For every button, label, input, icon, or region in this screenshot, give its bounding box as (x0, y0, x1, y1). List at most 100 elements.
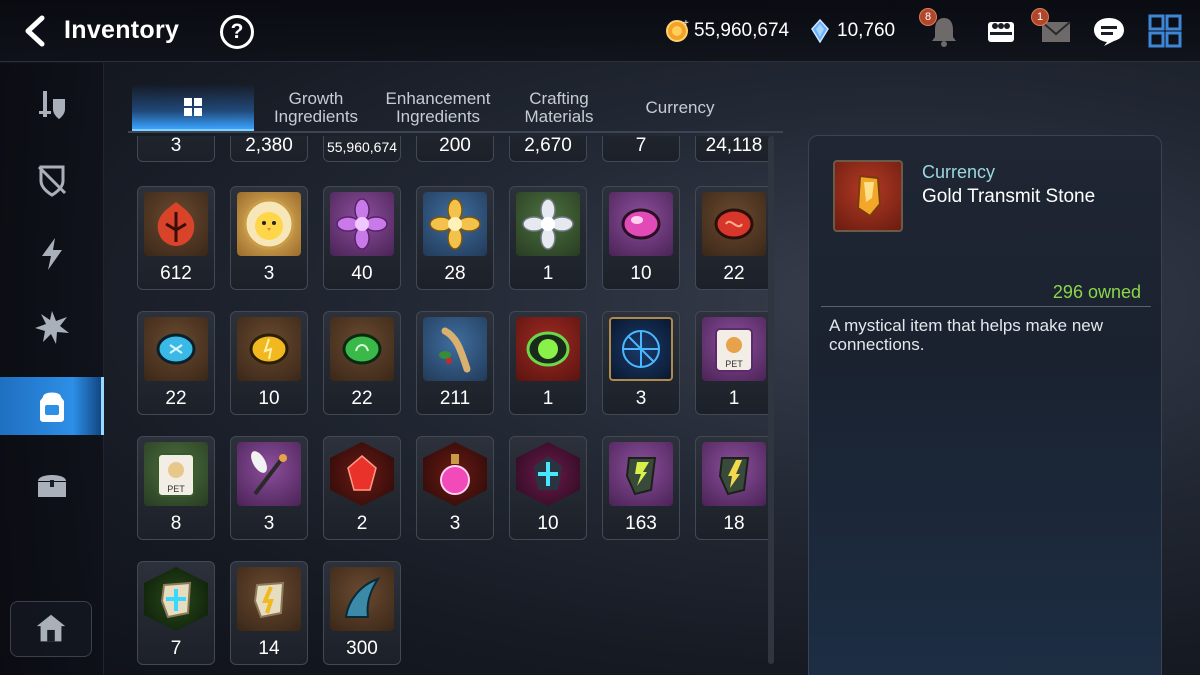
mail-badge: 1 (1031, 8, 1049, 26)
item-slot[interactable]: PET 8 (137, 436, 215, 540)
item-slot[interactable]: 10 (230, 311, 308, 415)
back-button[interactable] (18, 14, 52, 48)
skystone-icon (811, 19, 829, 43)
item-slot[interactable]: 2,380 (230, 136, 308, 162)
notification-badge: 8 (919, 8, 937, 26)
friends-button[interactable] (982, 12, 1020, 50)
grid-menu-icon (1148, 14, 1182, 48)
sidebar-item-chests[interactable] (0, 455, 104, 513)
item-slot[interactable]: 28 (416, 186, 494, 290)
gold-currency[interactable]: + 55,960,674 (665, 17, 789, 45)
item-count: 200 (439, 136, 471, 156)
item-count: 10 (630, 263, 652, 284)
detail-category: Currency (922, 162, 996, 182)
item-slot[interactable]: 211 (416, 311, 494, 415)
broken-shield-icon (37, 165, 67, 197)
item-count: 14 (258, 638, 280, 659)
lightning-icon (42, 238, 62, 270)
item-count: 3 (170, 136, 182, 156)
mail-button[interactable]: 1 (1031, 8, 1075, 50)
item-slot[interactable]: 200 (416, 136, 494, 162)
burst-icon (35, 311, 69, 344)
item-slot[interactable]: 10 (509, 436, 587, 540)
herb-root-icon (439, 327, 471, 373)
item-count: 18 (723, 513, 745, 534)
item-slot[interactable]: 14 (230, 561, 308, 665)
notification-button[interactable]: 8 (919, 8, 963, 50)
item-slot[interactable]: 55,960,674 (323, 136, 401, 162)
page-title: Inventory (64, 16, 180, 44)
item-slot[interactable]: 3 (137, 136, 215, 162)
item-slot[interactable]: 3 (230, 186, 308, 290)
item-slot[interactable]: PET 1 (695, 311, 773, 415)
item-count: 3 (635, 388, 647, 409)
detail-description: A mystical item that helps make new conn… (829, 316, 1104, 354)
item-count: 1 (542, 388, 554, 409)
svg-text:+: + (683, 19, 689, 29)
blue-sigil-icon (622, 330, 660, 368)
tab-all[interactable] (132, 84, 254, 132)
item-slot[interactable]: 7 (137, 561, 215, 665)
bolt-stone-icon (253, 581, 285, 619)
item-slot[interactable]: 3 (602, 311, 680, 415)
tab-enhancement-ingredients[interactable]: Enhancement Ingredients (378, 84, 498, 132)
item-count: 10 (537, 513, 559, 534)
item-detail-panel: Currency Gold Transmit Stone 296 owned A… (808, 135, 1162, 675)
item-slot[interactable]: 3 (416, 436, 494, 540)
item-slot[interactable]: 2 (323, 436, 401, 540)
blue-star-gem-icon (534, 456, 562, 490)
green-rune-icon (342, 333, 382, 365)
item-count: 612 (160, 263, 192, 284)
sidebar-item-materials[interactable] (0, 377, 104, 435)
item-slot[interactable]: 163 (602, 436, 680, 540)
item-count: 3 (263, 513, 275, 534)
item-grid[interactable]: 3 2,380 55,960,674 200 2,670 7 24,118 61… (130, 136, 780, 675)
tab-growth-ingredients[interactable]: Growth Ingredients (253, 84, 379, 132)
item-slot[interactable]: 612 (137, 186, 215, 290)
item-slot[interactable]: 22 (695, 186, 773, 290)
item-count: 2,670 (524, 136, 572, 156)
pink-rune-icon (621, 208, 661, 240)
sidebar-item-catalysts[interactable] (0, 225, 104, 283)
item-count: 2 (356, 513, 368, 534)
gold-flower-icon (429, 198, 481, 250)
item-slot[interactable]: 22 (323, 311, 401, 415)
item-count: 28 (444, 263, 466, 284)
sidebar-item-equipment[interactable] (0, 77, 104, 135)
item-slot[interactable]: 2,670 (509, 136, 587, 162)
item-count: 1 (728, 388, 740, 409)
item-count: 2,380 (245, 136, 293, 156)
chat-button[interactable] (1090, 12, 1128, 50)
grid-scrollbar[interactable] (768, 136, 774, 664)
silver-flower-icon (522, 198, 574, 250)
item-count: 22 (723, 263, 745, 284)
help-button[interactable]: ? (220, 15, 254, 49)
item-slot[interactable]: 300 (323, 561, 401, 665)
tab-currency[interactable]: Currency (618, 84, 742, 132)
tab-crafting-materials[interactable]: Crafting Materials (500, 84, 618, 132)
svg-text:PET: PET (725, 359, 743, 369)
item-count: 211 (439, 388, 471, 409)
item-count: 22 (165, 388, 187, 409)
item-slot[interactable]: 18 (695, 436, 773, 540)
skystone-currency[interactable]: 10,760 (808, 17, 895, 45)
item-slot[interactable]: 22 (137, 311, 215, 415)
item-slot[interactable]: 24,118 (695, 136, 773, 162)
storage-button[interactable] (10, 601, 92, 657)
item-slot[interactable]: 3 (230, 436, 308, 540)
item-slot[interactable]: 1 (509, 311, 587, 415)
sidebar-item-special[interactable] (0, 299, 104, 357)
item-slot[interactable]: 1 (509, 186, 587, 290)
red-rune-icon (714, 208, 754, 240)
sidebar-item-artifacts[interactable] (0, 151, 104, 209)
item-slot[interactable]: 7 (602, 136, 680, 162)
pet-bag-icon: PET (715, 328, 753, 372)
green-orb-icon (526, 331, 570, 367)
item-slot[interactable]: 10 (602, 186, 680, 290)
item-count: 10 (258, 388, 280, 409)
menu-button[interactable] (1146, 12, 1184, 50)
item-count: 163 (625, 513, 657, 534)
chick-medal-icon (243, 198, 295, 250)
item-count: 8 (170, 513, 182, 534)
item-slot[interactable]: 40 (323, 186, 401, 290)
